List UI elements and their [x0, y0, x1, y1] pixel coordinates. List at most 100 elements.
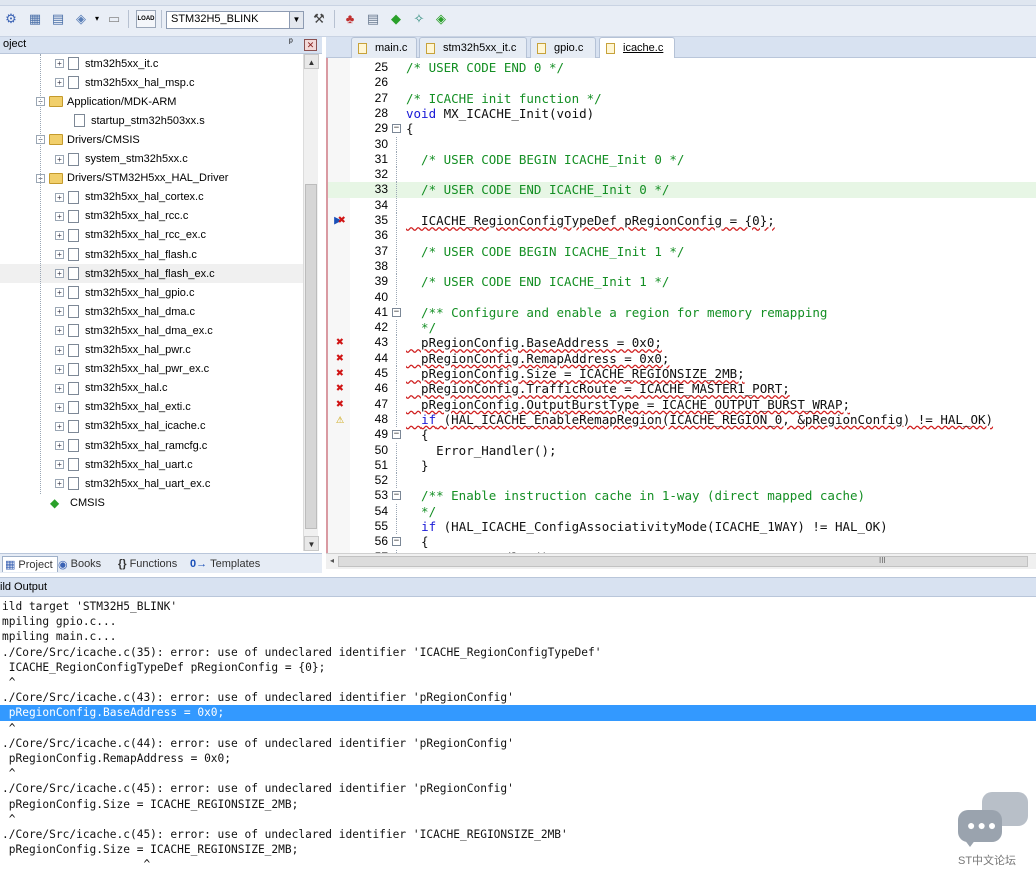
download-button[interactable]: LOAD: [136, 10, 156, 28]
tab-books[interactable]: ◉ Books: [58, 556, 101, 572]
tree-item[interactable]: + stm32h5xx_hal_rcc.c: [0, 207, 303, 226]
code-line[interactable]: 31 /* USER CODE BEGIN ICACHE_Init 0 */: [328, 151, 1036, 167]
output-line[interactable]: pRegionConfig.Size = ICACHE_REGIONSIZE_2…: [0, 842, 1036, 857]
output-line[interactable]: ./Core/Src/icache.c(35): error: use of u…: [0, 645, 1036, 660]
tab-stm32h5xx-it-c[interactable]: stm32h5xx_it.c: [419, 37, 527, 58]
expand-icon[interactable]: +: [55, 154, 64, 164]
output-line[interactable]: ./Core/Src/icache.c(45): error: use of u…: [0, 781, 1036, 796]
tree-item[interactable]: + stm32h5xx_hal_uart_ex.c: [0, 474, 303, 493]
code-line[interactable]: 37 /* USER CODE BEGIN ICACHE_Init 1 */: [328, 243, 1036, 259]
tree-item[interactable]: + stm32h5xx_hal_rcc_ex.c: [0, 226, 303, 245]
code-line[interactable]: 36: [328, 228, 1036, 244]
expand-icon[interactable]: +: [55, 211, 64, 221]
expand-icon[interactable]: +: [55, 421, 64, 431]
dropdown-arrow-icon[interactable]: ▾: [88, 10, 106, 28]
run-time-environment-icon[interactable]: ◈: [432, 10, 450, 28]
fold-icon[interactable]: −: [392, 307, 401, 317]
output-line[interactable]: ./Core/Src/icache.c(44): error: use of u…: [0, 736, 1036, 751]
tree-item[interactable]: + stm32h5xx_hal_exti.c: [0, 398, 303, 417]
tree-item[interactable]: + stm32h5xx_hal_icache.c: [0, 417, 303, 436]
code-line[interactable]: 39 /* USER CODE END ICACHE_Init 1 */: [328, 274, 1036, 290]
tree-item[interactable]: + stm32h5xx_hal_gpio.c: [0, 283, 303, 302]
tree-item[interactable]: + stm32h5xx_it.c: [0, 54, 303, 73]
code-line[interactable]: 53− /** Enable instruction cache in 1-wa…: [328, 488, 1036, 503]
code-line[interactable]: 27 /* ICACHE init function */: [328, 91, 1036, 106]
expand-icon[interactable]: +: [55, 230, 64, 240]
expand-icon[interactable]: +: [55, 441, 64, 450]
tab-project[interactable]: ▦ Project: [2, 556, 58, 572]
pin-icon[interactable]: ᵖ: [289, 37, 293, 48]
code-line[interactable]: 26: [328, 75, 1036, 90]
stop-build-icon[interactable]: ▭: [105, 10, 123, 28]
code-line[interactable]: ✖ 44 pRegionConfig.RemapAddress = 0x0;: [328, 350, 1036, 366]
code-line[interactable]: 50 Error_Handler();: [328, 442, 1036, 458]
output-line[interactable]: ^: [0, 766, 1036, 781]
expand-icon[interactable]: +: [55, 250, 64, 259]
code-line[interactable]: 54 */: [328, 503, 1036, 519]
tree-folder[interactable]: − Drivers/CMSIS: [0, 130, 303, 149]
code-line[interactable]: 55 if (HAL_ICACHE_ConfigAssociativityMod…: [328, 519, 1036, 534]
expand-icon[interactable]: +: [55, 307, 64, 317]
output-line[interactable]: pRegionConfig.RemapAddress = 0x0;: [0, 751, 1036, 766]
tab-gpio-c[interactable]: gpio.c: [530, 37, 596, 58]
code-line[interactable]: 56− {: [328, 534, 1036, 549]
expand-icon[interactable]: +: [55, 460, 64, 470]
code-editor[interactable]: 25 /* USER CODE END 0 */ 26 27 /* ICACHE ini…: [326, 58, 1036, 553]
tree-folder[interactable]: − Drivers/STM32H5xx_HAL_Driver: [0, 169, 303, 188]
scroll-up-icon[interactable]: ▲: [304, 54, 319, 69]
scroll-down-icon[interactable]: ▼: [304, 536, 319, 551]
fold-icon[interactable]: −: [392, 124, 401, 134]
code-line[interactable]: 51 }: [328, 457, 1036, 473]
code-line[interactable]: 42 */: [328, 320, 1036, 336]
output-line[interactable]: ^: [0, 812, 1036, 827]
expand-icon[interactable]: +: [55, 326, 64, 336]
output-line[interactable]: ICACHE_RegionConfigTypeDef pRegionConfig…: [0, 660, 1036, 675]
tab-main-c[interactable]: main.c: [351, 37, 417, 58]
expand-icon[interactable]: +: [55, 78, 64, 88]
chevron-down-icon[interactable]: ▼: [289, 12, 303, 28]
output-line[interactable]: pRegionConfig.BaseAddress = 0x0;: [0, 705, 1036, 721]
code-line[interactable]: 30: [328, 136, 1036, 152]
tree-item[interactable]: + system_stm32h5xx.c: [0, 150, 303, 169]
tree-item[interactable]: + stm32h5xx_hal.c: [0, 379, 303, 398]
file-extensions-icon[interactable]: ▤: [364, 10, 382, 28]
code-line[interactable]: 40: [328, 289, 1036, 305]
code-line[interactable]: 41− /** Configure and enable a region fo…: [328, 305, 1036, 320]
manage-components-icon[interactable]: ♣: [341, 10, 359, 28]
tree-item[interactable]: + stm32h5xx_hal_dma_ex.c: [0, 321, 303, 340]
tree-item[interactable]: startup_stm32h503xx.s: [0, 111, 303, 130]
output-line[interactable]: pRegionConfig.Size = ICACHE_REGIONSIZE_2…: [0, 797, 1036, 812]
code-line[interactable]: 49− {: [328, 427, 1036, 442]
code-line[interactable]: 38: [328, 258, 1036, 274]
tree-item[interactable]: + stm32h5xx_hal_flash_ex.c: [0, 264, 303, 284]
build-output-pane[interactable]: ild target 'STM32H5_BLINK' mpiling gpio.c…: [0, 598, 1036, 875]
output-line[interactable]: ./Core/Src/icache.c(45): error: use of u…: [0, 827, 1036, 842]
tree-item[interactable]: + stm32h5xx_hal_dma.c: [0, 302, 303, 321]
tab-icache-c[interactable]: icache.c: [599, 37, 675, 58]
code-line[interactable]: 28 void MX_ICACHE_Init(void): [328, 106, 1036, 121]
target-options-icon[interactable]: ⚒: [310, 10, 328, 28]
expand-icon[interactable]: +: [55, 383, 64, 393]
tree-item[interactable]: + stm32h5xx_hal_msp.c: [0, 73, 303, 92]
tab-functions[interactable]: {} Functions: [118, 556, 177, 572]
tree-item[interactable]: + stm32h5xx_hal_ramcfg.c: [0, 436, 303, 455]
pack-installer-icon[interactable]: ✧: [410, 10, 428, 28]
tree-item[interactable]: + stm32h5xx_hal_flash.c: [0, 245, 303, 264]
editor-horizontal-scrollbar[interactable]: ◂ III: [326, 553, 1036, 569]
fold-icon[interactable]: −: [392, 537, 401, 547]
close-icon[interactable]: ✕: [304, 39, 317, 51]
code-line[interactable]: 34: [328, 197, 1036, 213]
expand-icon[interactable]: +: [55, 402, 64, 412]
tree-folder[interactable]: − Application/MDK-ARM: [0, 92, 303, 111]
expand-icon[interactable]: +: [55, 345, 64, 355]
target-select[interactable]: STM32H5_BLINK ▼: [166, 11, 304, 29]
manage-packs-icon[interactable]: ◆: [387, 10, 405, 28]
expand-icon[interactable]: +: [55, 269, 64, 279]
output-line[interactable]: ^: [0, 675, 1036, 690]
tree-item[interactable]: + stm32h5xx_hal_pwr_ex.c: [0, 360, 303, 379]
scroll-left-icon[interactable]: ◂: [330, 556, 334, 565]
tree-item[interactable]: + stm32h5xx_hal_cortex.c: [0, 188, 303, 207]
code-line[interactable]: 52: [328, 473, 1036, 489]
tree-item[interactable]: ◆ CMSIS: [0, 493, 303, 512]
tree-item[interactable]: + stm32h5xx_hal_pwr.c: [0, 341, 303, 360]
